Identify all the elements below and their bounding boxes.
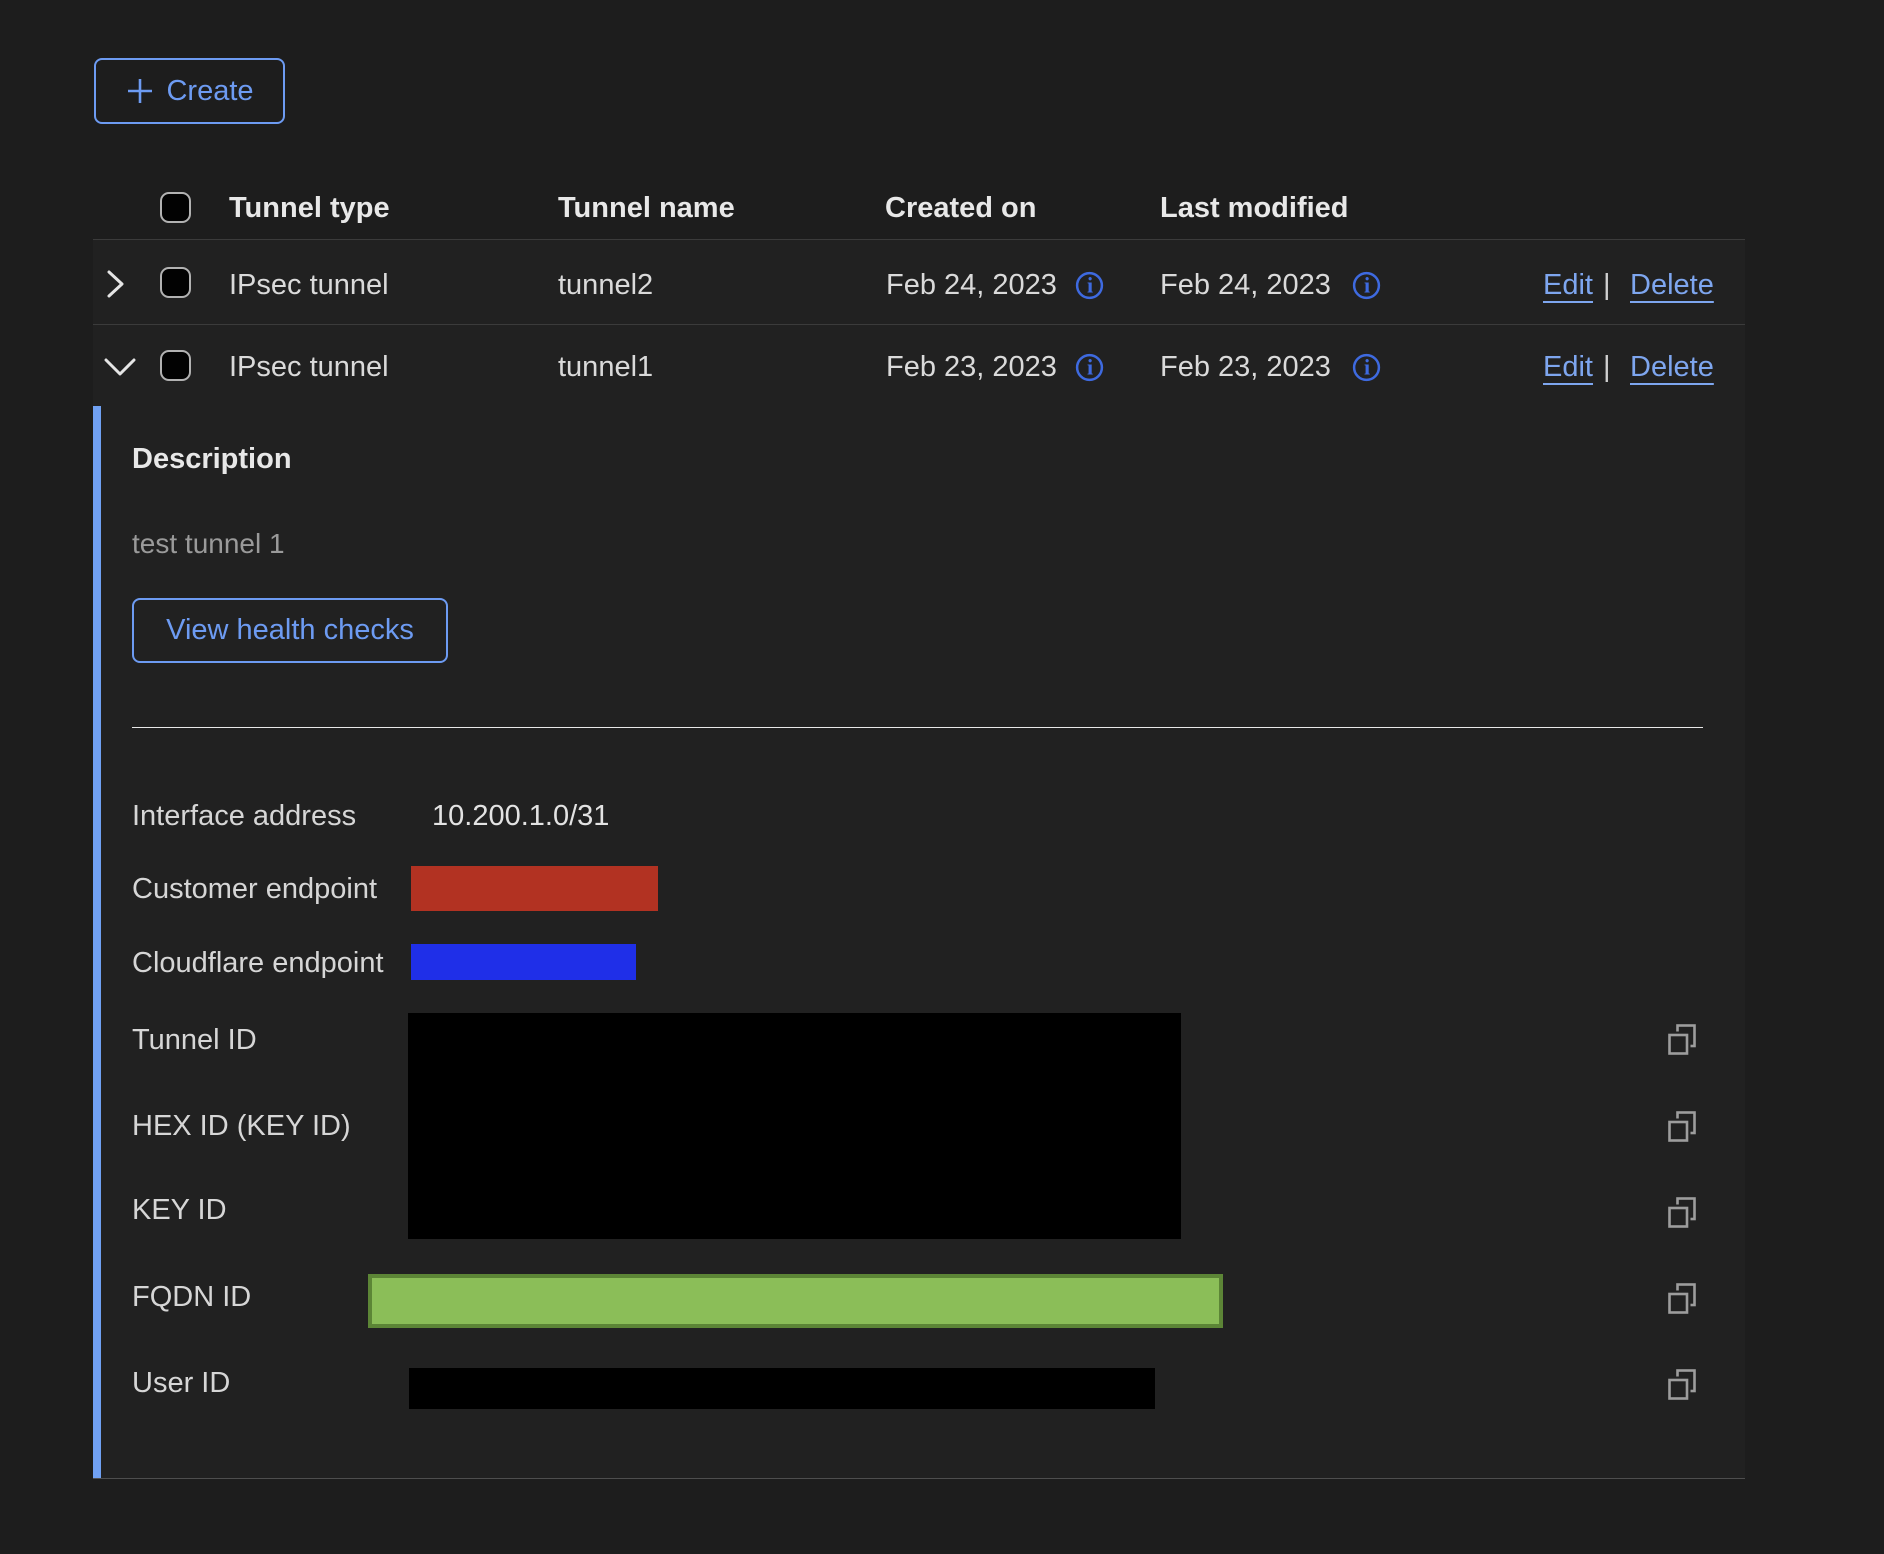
svg-text:i: i	[1364, 273, 1370, 298]
svg-text:i: i	[1087, 273, 1093, 298]
svg-text:i: i	[1364, 355, 1370, 380]
svg-text:i: i	[1087, 355, 1093, 380]
